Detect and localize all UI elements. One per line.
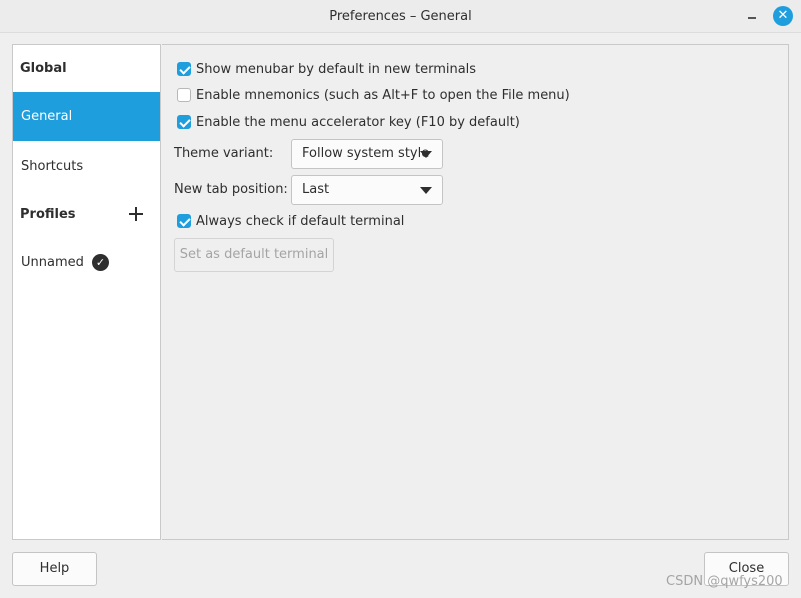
- chevron-down-icon: [420, 151, 432, 158]
- theme-variant-value: Follow system style: [302, 146, 430, 161]
- sidebar-item-unnamed-profile[interactable]: Unnamed: [13, 238, 160, 287]
- sidebar-item-shortcuts[interactable]: Shortcuts: [13, 142, 160, 191]
- plus-icon[interactable]: [129, 207, 143, 221]
- window-title: Preferences – General: [329, 9, 472, 24]
- profiles-heading: Profiles: [20, 207, 76, 222]
- new-tab-position-value: Last: [302, 182, 330, 197]
- show-menubar-label: Show menubar by default in new terminals: [196, 61, 477, 77]
- enable-accelerator-checkbox[interactable]: [177, 115, 191, 129]
- check-circle-icon: ✓: [92, 254, 109, 271]
- show-menubar-row[interactable]: Show menubar by default in new terminals: [177, 60, 476, 78]
- watermark: CSDN @qwfys200: [666, 574, 783, 589]
- enable-mnemonics-row[interactable]: Enable mnemonics (such as Alt+F to open …: [177, 86, 570, 104]
- global-heading: Global: [20, 61, 67, 76]
- enable-mnemonics-checkbox[interactable]: [177, 88, 191, 102]
- new-tab-position-dropdown[interactable]: Last: [291, 175, 443, 205]
- close-window-button[interactable]: ✕: [773, 6, 793, 26]
- general-settings-panel: Show menubar by default in new terminals…: [162, 44, 789, 540]
- theme-variant-label: Theme variant:: [174, 146, 274, 161]
- enable-accelerator-row[interactable]: Enable the menu accelerator key (F10 by …: [177, 113, 520, 131]
- enable-accelerator-label: Enable the menu accelerator key (F10 by …: [196, 114, 520, 130]
- enable-mnemonics-label: Enable mnemonics (such as Alt+F to open …: [196, 87, 570, 103]
- title-bar: Preferences – General ✕: [0, 0, 801, 33]
- always-check-default-label: Always check if default terminal: [196, 213, 405, 229]
- always-check-default-row[interactable]: Always check if default terminal: [177, 212, 404, 230]
- set-as-default-terminal-button: Set as default terminal: [174, 238, 334, 272]
- chevron-down-icon: [420, 187, 432, 194]
- sidebar-item-general[interactable]: General: [13, 92, 160, 141]
- minimize-button[interactable]: [743, 8, 761, 26]
- close-icon: ✕: [777, 8, 789, 23]
- sidebar: Global General Shortcuts Profiles Unname…: [12, 44, 161, 540]
- minimize-icon: [748, 17, 756, 19]
- sidebar-item-label: General: [21, 109, 73, 124]
- new-tab-position-label: New tab position:: [174, 182, 288, 197]
- always-check-default-checkbox[interactable]: [177, 214, 191, 228]
- help-button[interactable]: Help: [12, 552, 97, 586]
- sidebar-item-label: Unnamed: [21, 255, 84, 270]
- sidebar-item-label: Shortcuts: [21, 159, 84, 174]
- theme-variant-dropdown[interactable]: Follow system style: [291, 139, 443, 169]
- show-menubar-checkbox[interactable]: [177, 62, 191, 76]
